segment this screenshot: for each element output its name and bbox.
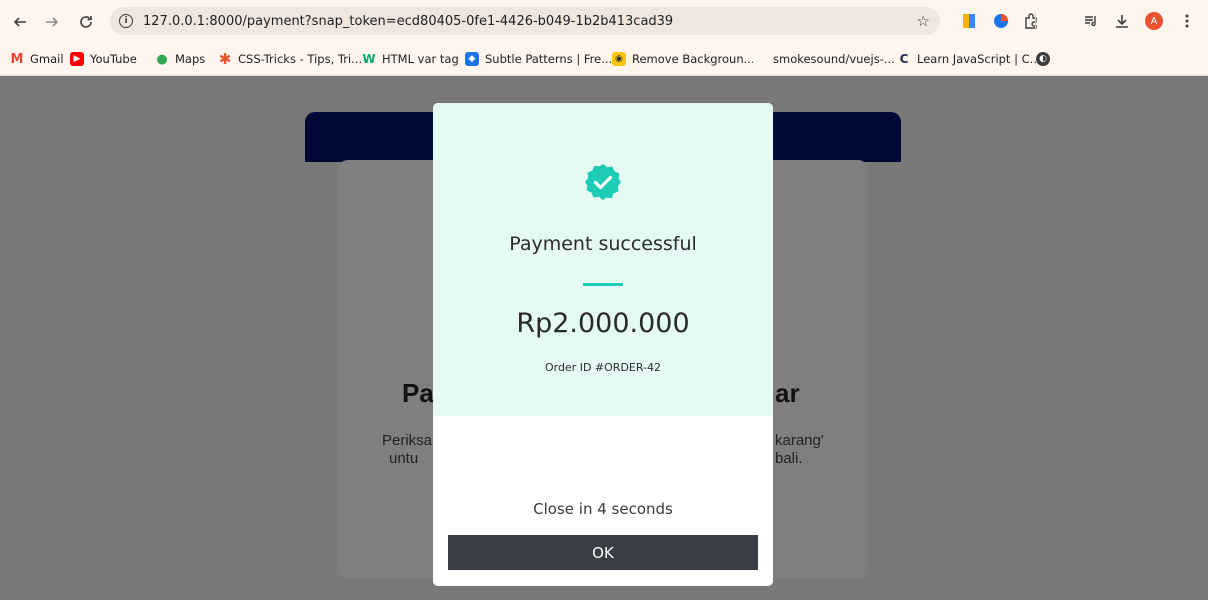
ok-button[interactable]: OK [448,535,758,570]
subtle-patterns-icon: ◆ [465,52,479,66]
check-badge-icon [585,164,621,200]
youtube-icon: ▶ [70,52,84,66]
remove-bg-icon: ◉ [612,52,626,66]
w3schools-icon: W [362,52,376,66]
bookmark-globe[interactable]: ◐ [1036,51,1056,67]
extensions-puzzle-icon[interactable] [1022,12,1040,30]
bookmark-remove-bg[interactable]: ◉ Remove Backgroun... [612,51,755,67]
bookmark-label: YouTube [90,52,137,66]
codecademy-icon: C [899,52,909,66]
auto-close-text: Close in 4 seconds [533,500,673,518]
url-text[interactable]: 127.0.0.1:8000/payment?snap_token=ecd804… [143,14,673,29]
bookmark-label: Maps [175,52,206,66]
bookmark-smokesound[interactable]: smokesound/vuejs-... [753,51,895,67]
address-bar[interactable]: i 127.0.0.1:8000/payment?snap_token=ecd8… [110,7,940,35]
back-button[interactable] [10,12,30,32]
bookmark-gmail[interactable]: M Gmail [10,51,64,67]
arrow-left-icon [13,17,26,27]
bookmark-subtle-patterns[interactable]: ◆ Subtle Patterns | Fre... [465,51,612,67]
bookmark-html-var-tag[interactable]: W HTML var tag [362,51,459,67]
modal-header-area: Payment successful Rp2.000.000 Order ID … [433,103,773,416]
bookmark-label: CSS-Tricks - Tips, Tri... [238,52,363,66]
reload-button[interactable] [76,12,96,32]
media-controls-icon[interactable] [1082,12,1100,30]
bookmarks-bar: M Gmail ▶ YouTube ● Maps ✱ CSS-Tricks - … [0,42,1208,76]
forward-button[interactable] [42,12,62,32]
menu-kebab-icon[interactable] [1178,12,1196,30]
profile-avatar[interactable]: A [1145,12,1163,30]
bookmark-label: Subtle Patterns | Fre... [485,52,613,66]
extension-icon[interactable] [992,12,1010,30]
order-id: Order ID #ORDER-42 [544,361,662,374]
github-icon [753,52,767,66]
toolbar-divider [1035,13,1036,30]
bookmark-label: HTML var tag [382,52,459,66]
browser-toolbar: i 127.0.0.1:8000/payment?snap_token=ecd8… [0,0,1208,42]
bookmark-label: Learn JavaScript | C... [917,52,1041,66]
payment-amount: Rp2.000.000 [516,308,690,339]
reload-icon [80,16,92,28]
bookmark-learn-javascript[interactable]: C Learn JavaScript | C... [897,51,1041,67]
download-icon[interactable] [1113,12,1131,30]
gmail-icon: M [10,51,24,67]
maps-icon: ● [156,51,168,67]
bookmark-label: Gmail [30,52,64,66]
bookmark-maps[interactable]: ● Maps [155,51,205,67]
reading-mode-icon[interactable] [960,12,978,30]
site-info-icon[interactable]: i [119,14,133,28]
arrow-right-icon [46,17,59,27]
css-tricks-icon: ✱ [218,50,232,68]
modal-title: Payment successful [509,233,697,255]
bookmark-star-icon[interactable]: ☆ [917,12,930,30]
bookmark-label: smokesound/vuejs-... [773,52,895,66]
payment-success-modal: Payment successful Rp2.000.000 Order ID … [433,103,773,586]
bookmark-youtube[interactable]: ▶ YouTube [70,51,137,67]
bookmark-css-tricks[interactable]: ✱ CSS-Tricks - Tips, Tri... [218,50,363,68]
accent-divider [583,283,623,286]
globe-icon: ◐ [1036,52,1050,66]
bookmark-label: Remove Backgroun... [632,52,755,66]
